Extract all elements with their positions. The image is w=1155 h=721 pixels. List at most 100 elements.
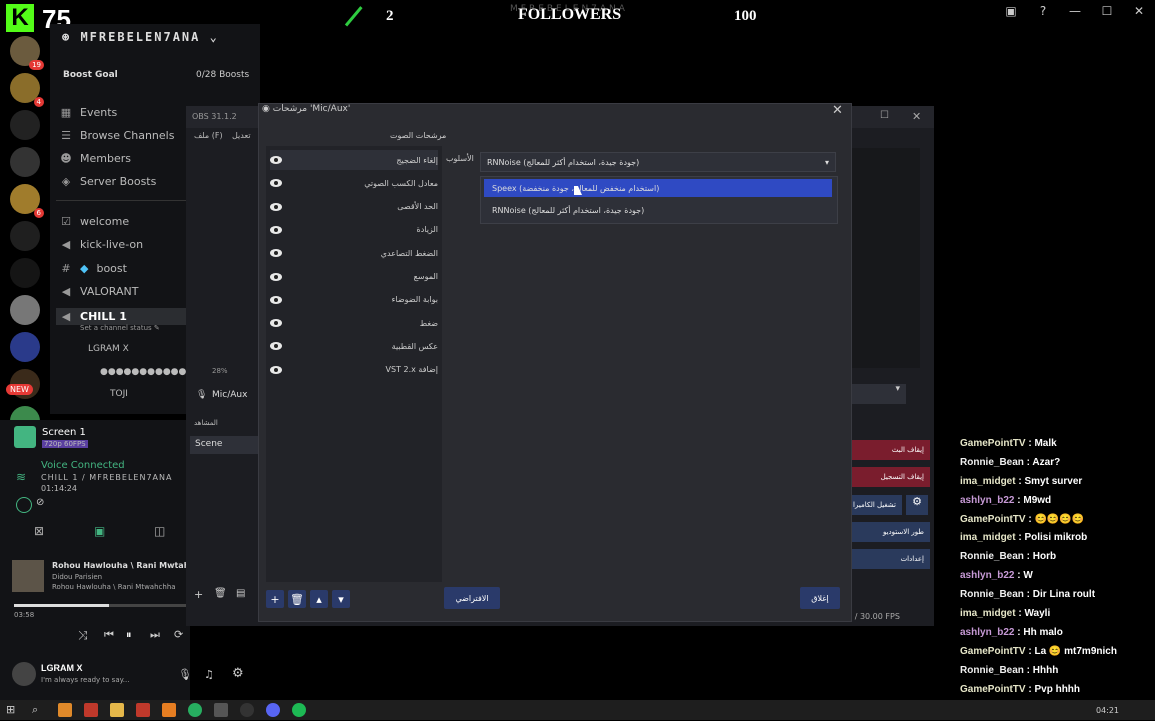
move-up-icon[interactable]: ▴ (310, 590, 328, 608)
add-filter-icon[interactable]: + (266, 590, 284, 608)
shuffle-icon[interactable]: ⤨ (78, 628, 88, 643)
obs-icon[interactable] (240, 703, 254, 717)
server-icon[interactable] (10, 221, 40, 251)
filter-item[interactable]: VST 2.x إضافة (270, 360, 438, 380)
discord-icon[interactable]: ▣ (995, 0, 1027, 22)
server-icon[interactable]: 4 (10, 73, 44, 107)
eye-icon[interactable] (270, 342, 282, 351)
close-button[interactable]: إغلاق (800, 587, 840, 609)
user-name[interactable]: LGRAM X (41, 663, 83, 673)
chat-username[interactable]: Ronnie_Bean (960, 665, 1024, 676)
filter-item[interactable]: معادل الكسب الصوتي (270, 173, 438, 193)
eye-icon[interactable] (270, 319, 282, 328)
server-icon[interactable] (10, 295, 40, 325)
channel-welcome[interactable]: ☑ welcome (60, 215, 129, 228)
voice-user[interactable]: TOJI (110, 389, 128, 399)
folder-icon[interactable] (110, 703, 124, 717)
eye-icon[interactable] (270, 179, 282, 188)
studio-mode-button[interactable]: طور الاستوديو (850, 522, 930, 542)
stop-recording-button[interactable]: إيقاف التسجيل (850, 467, 930, 487)
maximize-icon[interactable]: ☐ (1091, 0, 1123, 22)
chat-username[interactable]: ashlyn_b22 (960, 495, 1014, 506)
close-icon[interactable]: ✕ (1123, 0, 1155, 22)
search-icon[interactable]: ⌕ (32, 703, 46, 717)
channel-chill[interactable]: ◀ CHILL 1 (56, 308, 198, 325)
filter-item[interactable]: الموسع (270, 267, 438, 287)
server-icon[interactable] (10, 258, 40, 288)
nav-events[interactable]: ▦ Events (60, 106, 117, 119)
app-icon[interactable] (162, 703, 176, 717)
chat-username[interactable]: GamePointTV (960, 514, 1026, 525)
track-progress[interactable] (14, 604, 186, 607)
gamepad-icon[interactable]: ◫ (154, 524, 165, 538)
clock[interactable]: 04:21 (1096, 706, 1119, 715)
app-icon[interactable] (58, 703, 72, 717)
filter-item[interactable]: بوابة الضوضاء (270, 290, 438, 310)
app-icon[interactable] (214, 703, 228, 717)
chat-username[interactable]: GamePointTV (960, 438, 1026, 449)
filter-item[interactable]: عكس القطبية (270, 336, 438, 356)
noise-icon[interactable] (16, 497, 32, 513)
spotify-icon[interactable] (292, 703, 306, 717)
headphones-icon[interactable]: ♫ (204, 668, 214, 681)
channel-status[interactable]: Set a channel status ✎ (80, 324, 160, 332)
eye-icon[interactable] (270, 249, 282, 258)
obs-close-icon[interactable]: ✕ (912, 110, 921, 123)
method-select[interactable]: RNNoise (جودة جيدة، استخدام أكثر للمعالج… (480, 152, 836, 172)
camera-settings-icon[interactable]: ⚙ (906, 495, 928, 515)
voice-user[interactable]: LGRAM X (88, 344, 129, 354)
defaults-button[interactable]: الافتراضي (444, 587, 500, 609)
boost-goal[interactable]: Boost Goal 0/28 Boosts (56, 62, 256, 90)
chat-username[interactable]: Ronnie_Bean (960, 457, 1024, 468)
screen-share-title[interactable]: Screen 1 (42, 427, 86, 438)
chat-username[interactable]: Ronnie_Bean (960, 551, 1024, 562)
filter-item[interactable]: ضغط (270, 313, 438, 333)
settings-button[interactable]: إعدادات (850, 549, 930, 569)
help-icon[interactable]: ? (1027, 0, 1059, 22)
eye-icon[interactable] (270, 272, 282, 281)
obs-menu-edit[interactable]: تعديل (232, 131, 251, 140)
server-icon[interactable]: 19 (10, 36, 44, 70)
eye-icon[interactable] (270, 225, 282, 234)
discord-icon[interactable] (266, 703, 280, 717)
eye-icon[interactable] (270, 156, 282, 164)
settings-icon[interactable]: ⚙ (232, 666, 244, 681)
server-icon[interactable] (10, 147, 40, 177)
previous-icon[interactable]: ⏮ (104, 628, 114, 642)
chat-username[interactable]: GamePointTV (960, 684, 1026, 695)
next-icon[interactable]: ⏭ (150, 628, 160, 642)
move-down-icon[interactable]: ▾ (332, 590, 350, 608)
app-icon[interactable] (136, 703, 150, 717)
minimize-icon[interactable]: — (1059, 0, 1091, 22)
pause-icon[interactable]: ⏸ (126, 628, 132, 642)
trash-icon[interactable]: 🗑 (214, 588, 227, 599)
filter-item[interactable]: إلغاء الضجيج (270, 150, 438, 170)
voice-user[interactable]: ●●●●●●●●●●●● (100, 367, 194, 377)
remove-filter-icon[interactable]: 🗑 (288, 590, 306, 608)
filter-item[interactable]: الحد الأقصى (270, 197, 438, 217)
chat-username[interactable]: ashlyn_b22 (960, 627, 1014, 638)
chat-username[interactable]: GamePointTV (960, 646, 1026, 657)
microphone-icon[interactable]: 🎙 (178, 668, 192, 681)
chat-username[interactable]: ima_midget (960, 608, 1016, 619)
activity-icon[interactable]: ⊘ (36, 497, 44, 508)
nav-server-boosts[interactable]: ◈ Server Boosts (60, 175, 157, 188)
eye-icon[interactable] (270, 202, 282, 211)
channel-boost[interactable]: # ◆ boost (60, 262, 127, 275)
nav-members[interactable]: ☻ Members (60, 152, 131, 165)
voice-channel[interactable]: CHILL 1 / MFREBELEN7ANA (41, 473, 172, 482)
chat-username[interactable]: ima_midget (960, 476, 1016, 487)
obs-maximize-icon[interactable]: ☐ (880, 110, 889, 121)
repeat-icon[interactable]: ⟳ (174, 628, 183, 641)
camera-off-icon[interactable]: ⊠ (34, 524, 44, 538)
eye-icon[interactable] (270, 295, 282, 304)
chat-username[interactable]: Ronnie_Bean (960, 589, 1024, 600)
server-icon[interactable] (10, 110, 40, 140)
avatar[interactable] (12, 662, 36, 686)
chat-username[interactable]: ima_midget (960, 532, 1016, 543)
add-scene-icon[interactable]: + (194, 588, 203, 601)
obs-audio-source[interactable]: Mic/Aux (212, 390, 247, 400)
obs-dropdown[interactable]: ▾ (850, 384, 906, 404)
app-icon[interactable] (84, 703, 98, 717)
channel-valorant[interactable]: ◀ VALORANT (60, 285, 139, 298)
